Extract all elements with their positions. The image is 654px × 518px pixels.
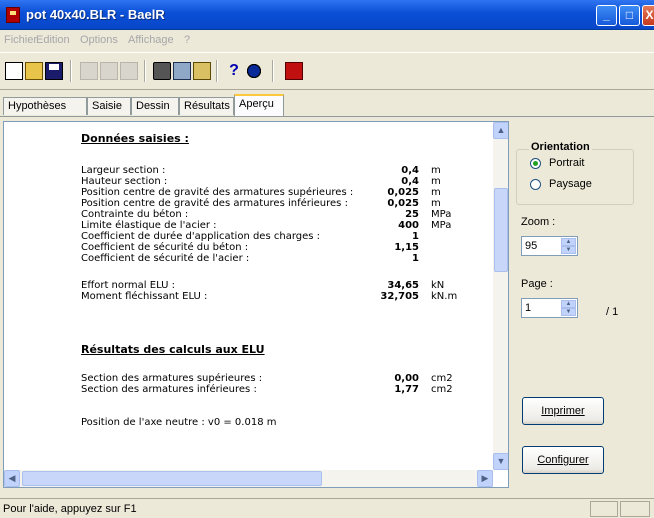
configure-button-label: Configurer [537, 454, 589, 466]
help-icon[interactable]: ? [225, 62, 243, 80]
section-title-inputs: Données saisies : [81, 132, 189, 145]
print-preview-area[interactable]: Données saisies : Largeur section : 0,4 … [3, 121, 509, 488]
tab-saisie[interactable]: Saisie [87, 97, 131, 115]
calculator-icon[interactable] [285, 62, 303, 80]
toolbar-separator [70, 60, 72, 82]
row-value: 32,705 [380, 291, 419, 302]
landscape-radio[interactable] [530, 179, 541, 190]
portrait-label[interactable]: Portrait [549, 157, 584, 169]
menu-affichage[interactable]: Affichage [128, 34, 174, 46]
cut-icon[interactable] [80, 62, 98, 80]
minimize-button[interactable]: _ [596, 5, 617, 26]
save-disk-icon[interactable] [45, 62, 63, 80]
zoom-label: Zoom : [521, 216, 556, 228]
title-bar: pot 40x40.BLR - BaelR _ □ X [0, 0, 654, 30]
vertical-scrollbar[interactable]: ▲ ▼ [493, 122, 508, 470]
landscape-label[interactable]: Paysage [549, 178, 592, 190]
preview-options-panel: Orientation Portrait Paysage Zoom : 95 ▲… [512, 121, 652, 491]
copy-icon[interactable] [100, 62, 118, 80]
print-preview-icon[interactable] [173, 62, 191, 80]
maximize-button[interactable]: □ [619, 5, 640, 26]
paste-icon[interactable] [120, 62, 138, 80]
menu-fichier[interactable]: Fichier [4, 34, 37, 46]
print-button-label: Imprimer [541, 405, 585, 417]
zoom-value: 95 [525, 240, 538, 252]
print-icon[interactable] [153, 62, 171, 80]
menu-edition[interactable]: Edition [36, 34, 70, 46]
page-value: 1 [525, 302, 532, 314]
page-label: Page : [521, 278, 553, 290]
row-label: Moment fléchissant ELU : [81, 291, 208, 302]
row-unit: cm2 [431, 384, 453, 395]
status-bar: Pour l'aide, appuyez sur F1 [0, 498, 654, 518]
window-title: pot 40x40.BLR - BaelR [26, 7, 165, 22]
tab-dessin[interactable]: Dessin [131, 97, 179, 115]
menu-options[interactable]: Options [80, 34, 118, 46]
row-unit: MPa [431, 220, 452, 231]
spin-up-icon[interactable]: ▲ [561, 300, 576, 308]
status-pane [620, 501, 650, 517]
open-folder-icon[interactable] [25, 62, 43, 80]
print-button[interactable]: Imprimer [522, 397, 604, 425]
preview-page: Données saisies : Largeur section : 0,4 … [4, 122, 493, 470]
toolbar-separator [144, 60, 146, 82]
toolbar-separator [216, 60, 218, 82]
portrait-radio[interactable] [530, 158, 541, 169]
about-icon[interactable] [245, 62, 263, 80]
spin-down-icon[interactable]: ▼ [561, 308, 576, 316]
horizontal-scrollbar[interactable]: ◀ ▶ [4, 470, 493, 487]
page-total: / 1 [606, 306, 619, 318]
row-label: Coefficient de sécurité de l'acier : [81, 253, 250, 264]
row-label: Section des armatures inférieures : [81, 384, 257, 395]
tab-hypotheses[interactable]: Hypothèses [3, 97, 87, 115]
status-pane [590, 501, 618, 517]
section-title-results: Résultats des calculs aux ELU [81, 343, 265, 356]
configure-button[interactable]: Configurer [522, 446, 604, 474]
page-setup-icon[interactable] [193, 62, 211, 80]
tab-resultats[interactable]: Résultats [179, 97, 234, 115]
menu-help[interactable]: ? [184, 34, 190, 46]
close-button[interactable]: X [642, 5, 654, 26]
toolbar-separator [272, 60, 274, 82]
new-file-icon[interactable] [5, 62, 23, 80]
scroll-down-icon[interactable]: ▼ [493, 453, 508, 470]
orientation-title: Orientation [529, 141, 592, 153]
scroll-up-icon[interactable]: ▲ [493, 122, 508, 139]
vertical-scroll-thumb[interactable] [494, 188, 508, 272]
toolbar: ? [0, 52, 654, 90]
horizontal-scroll-thumb[interactable] [22, 471, 322, 486]
page-spinner[interactable]: 1 ▲ ▼ [521, 298, 578, 318]
menu-bar: Fichier Edition Options Affichage ? [0, 30, 654, 50]
zoom-spinner[interactable]: 95 ▲ ▼ [521, 236, 578, 256]
neutral-axis-text: Position de l'axe neutre : v0 = 0.018 m [81, 417, 277, 428]
tab-apercu[interactable]: Aperçu [234, 94, 284, 116]
row-value: 1 [412, 253, 419, 264]
scroll-right-icon[interactable]: ▶ [477, 470, 493, 487]
app-icon[interactable] [6, 7, 20, 23]
tab-bar: Hypothèses Saisie Dessin Résultats Aperç… [0, 92, 654, 116]
row-unit: kN.m [431, 291, 458, 302]
scroll-left-icon[interactable]: ◀ [4, 470, 20, 487]
row-value: 1,77 [394, 384, 419, 395]
spin-up-icon[interactable]: ▲ [561, 238, 576, 246]
status-text: Pour l'aide, appuyez sur F1 [3, 503, 137, 515]
spin-down-icon[interactable]: ▼ [561, 246, 576, 254]
